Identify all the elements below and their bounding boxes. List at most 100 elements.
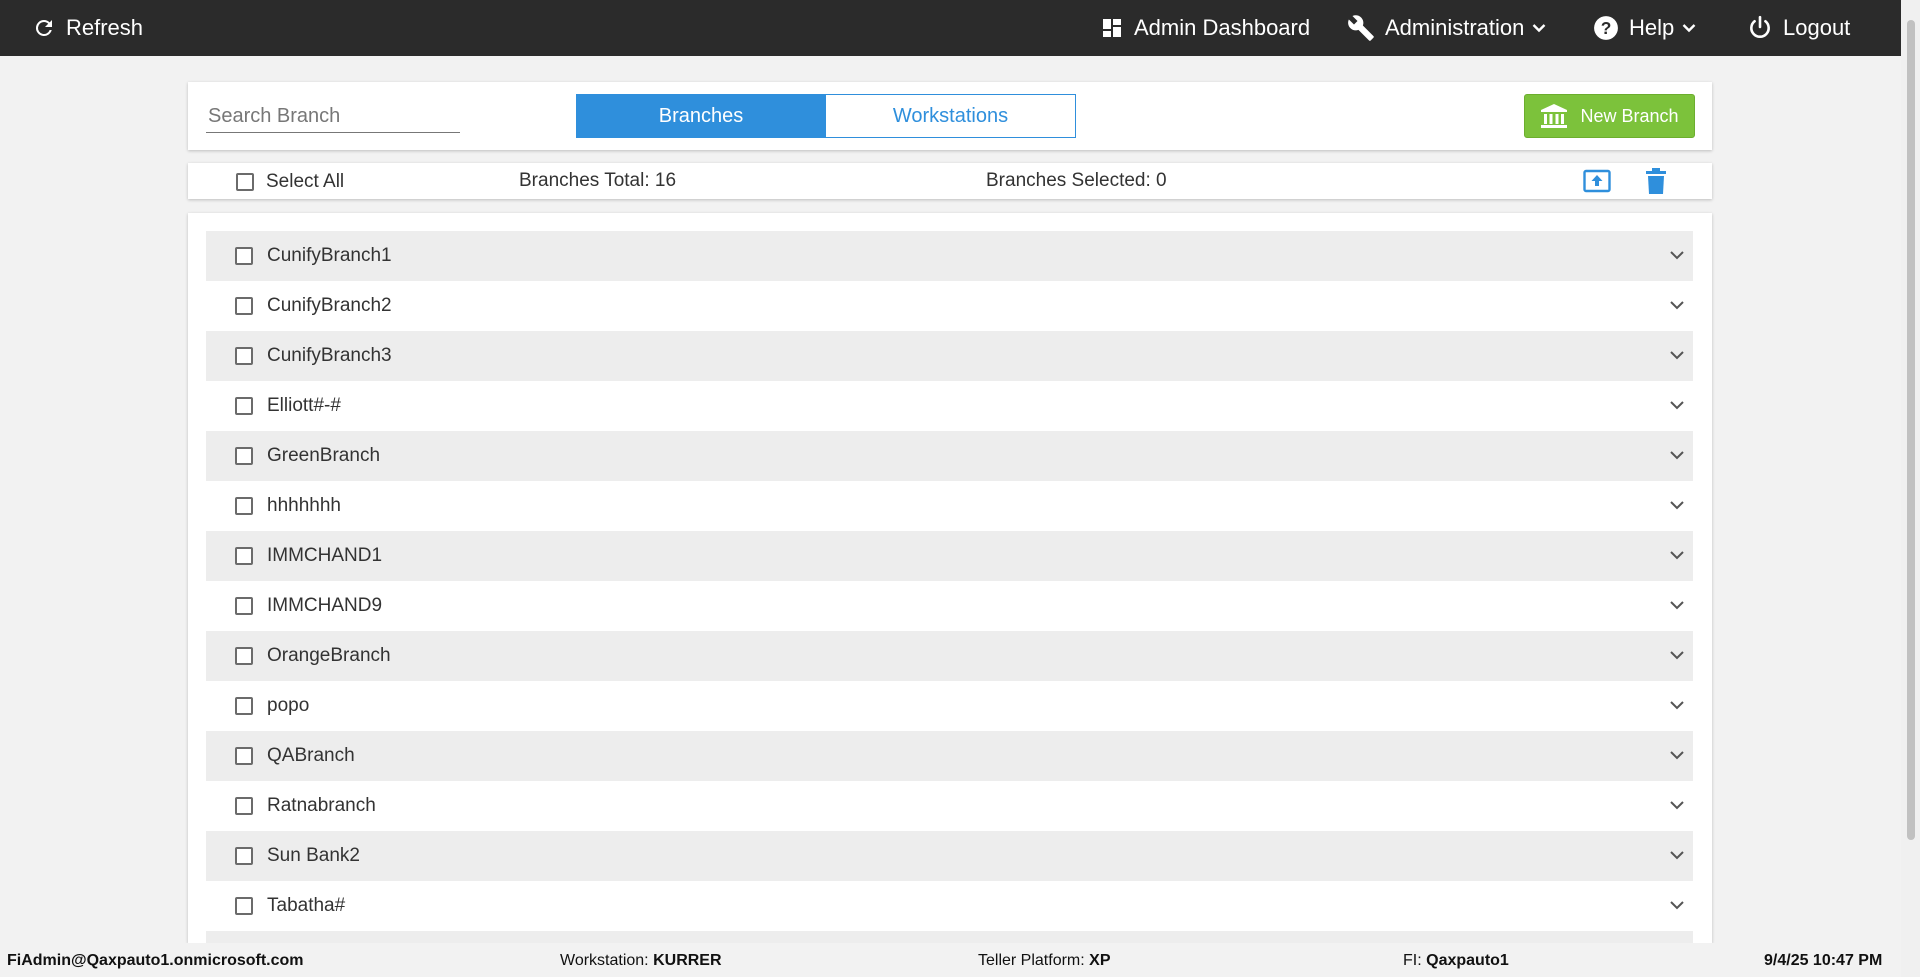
footer-fi: FI: Qaxpauto1 [1403, 952, 1509, 970]
bank-icon [1541, 104, 1568, 128]
branch-name: IMMCHAND1 [267, 545, 383, 566]
footer-datetime-value: 9/4/25 10:47 PM [1764, 952, 1883, 969]
help-menu[interactable]: ? Help [1593, 0, 1696, 56]
admin-dashboard-label: Admin Dashboard [1134, 15, 1311, 40]
footer-workstation: Workstation: KURRER [560, 952, 722, 970]
chevron-down-icon[interactable] [1669, 700, 1685, 711]
help-label: Help [1629, 15, 1675, 40]
row-checkbox[interactable] [235, 497, 253, 515]
admin-dashboard-link[interactable]: Admin Dashboard [1100, 0, 1310, 56]
new-branch-label: New Branch [1580, 105, 1679, 126]
footer-datetime: 9/4/25 10:47 PM [1764, 952, 1882, 970]
branch-header-card: Branches Workstations New Branch [188, 82, 1712, 150]
branch-row[interactable]: Elliott#-# [206, 381, 1693, 431]
footer-platform: Teller Platform: XP [978, 952, 1111, 970]
new-branch-button[interactable]: New Branch [1524, 94, 1695, 138]
branch-name: Tabatha# [267, 895, 346, 916]
row-checkbox[interactable] [235, 747, 253, 765]
upload-icon [1583, 169, 1611, 193]
footer-platform-value: XP [1089, 952, 1111, 969]
row-checkbox[interactable] [235, 797, 253, 815]
chevron-down-icon[interactable] [1669, 500, 1685, 511]
branch-row[interactable]: Sun Bank2 [206, 831, 1693, 881]
top-nav-bar: Refresh Admin Dashboard Administration ?… [0, 0, 1901, 56]
chevron-down-icon[interactable] [1669, 350, 1685, 361]
footer-workstation-value: KURRER [653, 952, 722, 969]
logout-button[interactable]: Logout [1747, 0, 1850, 56]
chevron-down-icon [1682, 24, 1696, 33]
row-checkbox[interactable] [235, 547, 253, 565]
footer-platform-label: Teller Platform: [978, 952, 1085, 969]
row-checkbox[interactable] [235, 597, 253, 615]
footer-fi-label: FI: [1403, 952, 1422, 969]
tab-branches-label: Branches [658, 104, 744, 127]
chevron-down-icon[interactable] [1669, 400, 1685, 411]
branch-row[interactable]: CunifyBranch1 [206, 231, 1693, 281]
logout-label: Logout [1783, 15, 1851, 40]
select-all-label: Select All [266, 171, 345, 192]
footer-user: FiAdmin@Qaxpauto1.onmicrosoft.com [7, 952, 304, 970]
export-button[interactable] [1583, 168, 1611, 199]
chevron-down-icon[interactable] [1669, 800, 1685, 811]
row-checkbox[interactable] [235, 847, 253, 865]
status-footer: FiAdmin@Qaxpauto1.onmicrosoft.com Workst… [0, 943, 1901, 977]
tab-branches[interactable]: Branches [576, 94, 826, 138]
branch-name: CunifyBranch3 [267, 345, 392, 366]
delete-button[interactable] [1645, 167, 1667, 200]
branch-row[interactable]: popo [206, 681, 1693, 731]
chevron-down-icon[interactable] [1669, 750, 1685, 761]
refresh-icon [35, 19, 52, 36]
branch-name: QABranch [267, 745, 355, 766]
branch-name: CunifyBranch2 [267, 295, 392, 316]
branch-row[interactable]: OrangeBranch [206, 631, 1693, 681]
select-all-control[interactable]: Select All [236, 171, 344, 193]
branch-name: popo [267, 695, 310, 716]
chevron-down-icon[interactable] [1669, 250, 1685, 261]
branch-row[interactable]: hhhhhhh [206, 481, 1693, 531]
branch-row[interactable]: GreenBranch [206, 431, 1693, 481]
branch-row[interactable]: IMMCHAND9 [206, 581, 1693, 631]
scrollbar-thumb[interactable] [1907, 20, 1915, 840]
branch-row[interactable]: CunifyBranch3 [206, 331, 1693, 381]
power-icon [1750, 15, 1770, 39]
branch-row[interactable]: IMMCHAND1 [206, 531, 1693, 581]
chevron-down-icon[interactable] [1669, 300, 1685, 311]
branch-name: Sun Bank2 [267, 845, 360, 866]
select-all-checkbox[interactable] [236, 173, 254, 191]
chevron-down-icon[interactable] [1669, 600, 1685, 611]
refresh-button[interactable]: Refresh [32, 0, 143, 56]
row-checkbox[interactable] [235, 297, 253, 315]
row-checkbox[interactable] [235, 897, 253, 915]
row-checkbox[interactable] [235, 397, 253, 415]
svg-text:?: ? [1601, 18, 1612, 38]
row-checkbox[interactable] [235, 447, 253, 465]
branch-row[interactable]: Ratnabranch [206, 781, 1693, 831]
branch-toolbar: Select All Branches Total: 16 Branches S… [188, 163, 1712, 199]
branch-row-partial[interactable] [206, 931, 1693, 943]
branch-name: IMMCHAND9 [267, 595, 383, 616]
branch-row[interactable]: CunifyBranch2 [206, 281, 1693, 331]
footer-workstation-label: Workstation: [560, 952, 649, 969]
row-checkbox[interactable] [235, 247, 253, 265]
branch-row[interactable]: Tabatha# [206, 881, 1693, 931]
trash-icon [1646, 168, 1666, 194]
tab-workstations[interactable]: Workstations [825, 94, 1076, 138]
tab-workstations-label: Workstations [892, 104, 1009, 127]
dashboard-icon [1103, 19, 1121, 37]
chevron-down-icon[interactable] [1669, 900, 1685, 911]
branch-name: GreenBranch [267, 445, 381, 466]
refresh-label: Refresh [66, 15, 144, 40]
row-checkbox[interactable] [235, 697, 253, 715]
administration-menu[interactable]: Administration [1347, 0, 1546, 56]
search-branch-input[interactable] [206, 100, 460, 133]
branch-name: hhhhhhh [267, 495, 341, 516]
chevron-down-icon[interactable] [1669, 850, 1685, 861]
chevron-down-icon[interactable] [1669, 550, 1685, 561]
row-checkbox[interactable] [235, 647, 253, 665]
branch-row[interactable]: QABranch [206, 731, 1693, 781]
page-scrollbar[interactable] [1901, 0, 1920, 977]
wrench-icon [1348, 15, 1374, 41]
chevron-down-icon[interactable] [1669, 450, 1685, 461]
row-checkbox[interactable] [235, 347, 253, 365]
chevron-down-icon[interactable] [1669, 650, 1685, 661]
